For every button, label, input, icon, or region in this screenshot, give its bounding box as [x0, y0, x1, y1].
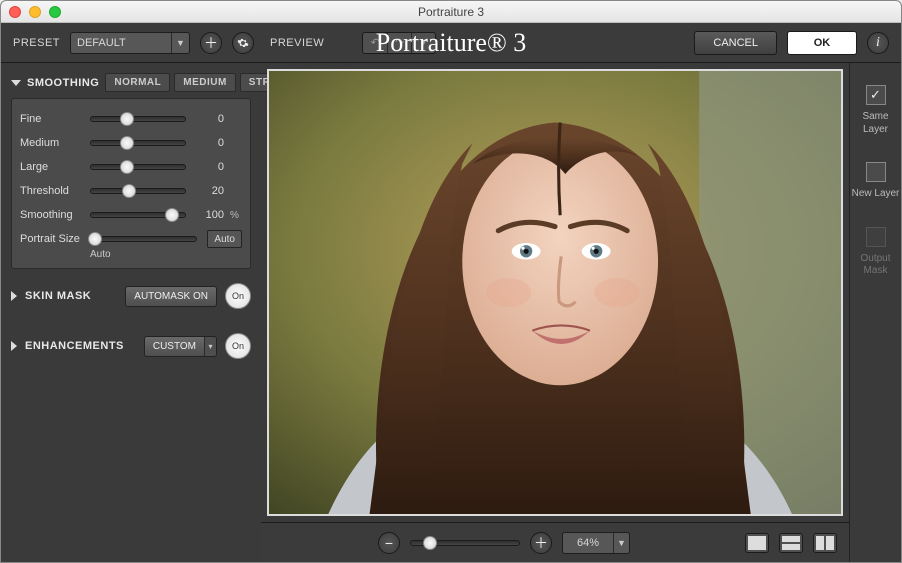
skin-mask-heading: SKIN MASK	[25, 290, 91, 302]
slider-track[interactable]	[90, 236, 197, 242]
add-preset-button[interactable]: ＋	[200, 32, 222, 54]
enhancements-toggle[interactable]: On	[225, 333, 251, 359]
slider-fine: Fine 0	[20, 107, 242, 131]
cancel-button[interactable]: CANCEL	[694, 31, 777, 55]
enhancements-section: ENHANCEMENTS CUSTOM ▾ On	[11, 333, 251, 359]
slider-thumb[interactable]	[122, 184, 136, 198]
slider-thumb[interactable]	[423, 536, 437, 550]
view-split-vertical-button[interactable]	[813, 533, 837, 553]
disclosure-triangle-icon[interactable]	[11, 291, 17, 301]
preset-label: PRESET	[13, 37, 60, 49]
slider-label: Smoothing	[20, 209, 84, 221]
smoothing-mode-medium[interactable]: MEDIUM	[174, 73, 236, 92]
slider-track[interactable]	[90, 188, 186, 194]
enhancements-mode-value: CUSTOM	[145, 337, 204, 356]
view-split-horizontal-button[interactable]	[779, 533, 803, 553]
preview-canvas[interactable]	[267, 69, 843, 516]
same-layer-checkbox[interactable]: ✓	[866, 85, 886, 105]
zoom-in-button[interactable]: ＋	[530, 532, 552, 554]
slider-value: 0	[192, 161, 224, 173]
slider-portrait-size: Portrait Size Auto	[20, 227, 242, 251]
main-area: SMOOTHING NORMAL MEDIUM STRONG Fine 0 Me…	[1, 63, 901, 562]
output-mask-label: Output Mask	[850, 253, 901, 278]
slider-track[interactable]	[90, 212, 186, 218]
enhancements-heading: ENHANCEMENTS	[25, 340, 124, 352]
slider-large: Large 0	[20, 155, 242, 179]
center-column: − ＋ 64% ▼	[261, 63, 849, 562]
ok-button[interactable]: OK	[787, 31, 857, 55]
preset-dropdown[interactable]: DEFAULT ▼	[70, 32, 190, 54]
slider-value: 20	[192, 185, 224, 197]
slider-label: Medium	[20, 137, 84, 149]
slider-medium: Medium 0	[20, 131, 242, 155]
smoothing-heading: SMOOTHING	[27, 77, 99, 89]
gear-icon	[237, 37, 249, 49]
slider-track[interactable]	[90, 164, 186, 170]
disclosure-triangle-icon[interactable]	[11, 80, 21, 86]
slider-track[interactable]	[90, 140, 186, 146]
slider-thumb[interactable]	[120, 160, 134, 174]
slider-label: Threshold	[20, 185, 84, 197]
brand-logo: Portraiture® 3	[376, 28, 526, 58]
titlebar: Portraiture 3	[1, 1, 901, 23]
slider-value: 100	[192, 209, 224, 221]
smoothing-mode-normal[interactable]: NORMAL	[105, 73, 170, 92]
chevron-down-icon: ▼	[613, 533, 629, 553]
slider-label: Fine	[20, 113, 84, 125]
close-window-icon[interactable]	[9, 6, 21, 18]
output-mask-checkbox[interactable]: ✓	[866, 227, 886, 247]
slider-value: 0	[192, 113, 224, 125]
new-layer-label: New Layer	[852, 188, 900, 201]
portrait-image	[269, 71, 841, 514]
smoothing-sliders: Fine 0 Medium 0 Large 0	[11, 98, 251, 269]
preview-label: PREVIEW	[270, 37, 324, 49]
top-toolbar: PRESET DEFAULT ▼ ＋ PREVIEW ↶ ↷ ▼ Portrai…	[1, 23, 901, 63]
same-layer-label: Same Layer	[850, 111, 901, 136]
slider-thumb[interactable]	[120, 136, 134, 150]
slider-unit: %	[230, 210, 242, 221]
info-button[interactable]: i	[867, 32, 889, 54]
slider-label: Large	[20, 161, 84, 173]
slider-smoothing: Smoothing 100 %	[20, 203, 242, 227]
zoom-value: 64%	[563, 533, 613, 553]
skin-mask-section: SKIN MASK AUTOMASK ON On	[11, 283, 251, 309]
slider-thumb[interactable]	[165, 208, 179, 222]
bottom-toolbar: − ＋ 64% ▼	[261, 522, 849, 562]
new-layer-checkbox[interactable]: ✓	[866, 162, 886, 182]
slider-value: 0	[192, 137, 224, 149]
auto-button[interactable]: Auto	[207, 230, 242, 248]
right-panel: ✓ Same Layer ✓ New Layer ✓ Output Mask	[849, 63, 901, 562]
chevron-down-icon: ▼	[171, 33, 189, 53]
zoom-dropdown[interactable]: 64% ▼	[562, 532, 630, 554]
disclosure-triangle-icon[interactable]	[11, 341, 17, 351]
slider-thumb[interactable]	[120, 112, 134, 126]
traffic-lights	[9, 6, 61, 18]
zoom-window-icon[interactable]	[49, 6, 61, 18]
slider-threshold: Threshold 20	[20, 179, 242, 203]
view-single-button[interactable]	[745, 533, 769, 553]
smoothing-section: SMOOTHING NORMAL MEDIUM STRONG Fine 0 Me…	[11, 73, 251, 269]
window-title: Portraiture 3	[1, 5, 901, 19]
slider-track[interactable]	[90, 116, 186, 122]
chevron-down-icon: ▾	[204, 337, 216, 356]
settings-button[interactable]	[232, 32, 254, 54]
slider-thumb[interactable]	[88, 232, 102, 246]
minimize-window-icon[interactable]	[29, 6, 41, 18]
skin-mask-toggle[interactable]: On	[225, 283, 251, 309]
left-panel: SMOOTHING NORMAL MEDIUM STRONG Fine 0 Me…	[1, 63, 261, 562]
enhancements-mode-dropdown[interactable]: CUSTOM ▾	[144, 336, 217, 357]
zoom-slider[interactable]	[410, 540, 520, 546]
zoom-out-button[interactable]: −	[378, 532, 400, 554]
preset-value: DEFAULT	[71, 33, 171, 53]
automask-button[interactable]: AUTOMASK ON	[125, 286, 217, 307]
portrait-size-hint: Auto	[90, 249, 242, 260]
slider-label: Portrait Size	[20, 233, 84, 245]
app-window: Portraiture 3 PRESET DEFAULT ▼ ＋ PREVIEW…	[0, 0, 902, 563]
